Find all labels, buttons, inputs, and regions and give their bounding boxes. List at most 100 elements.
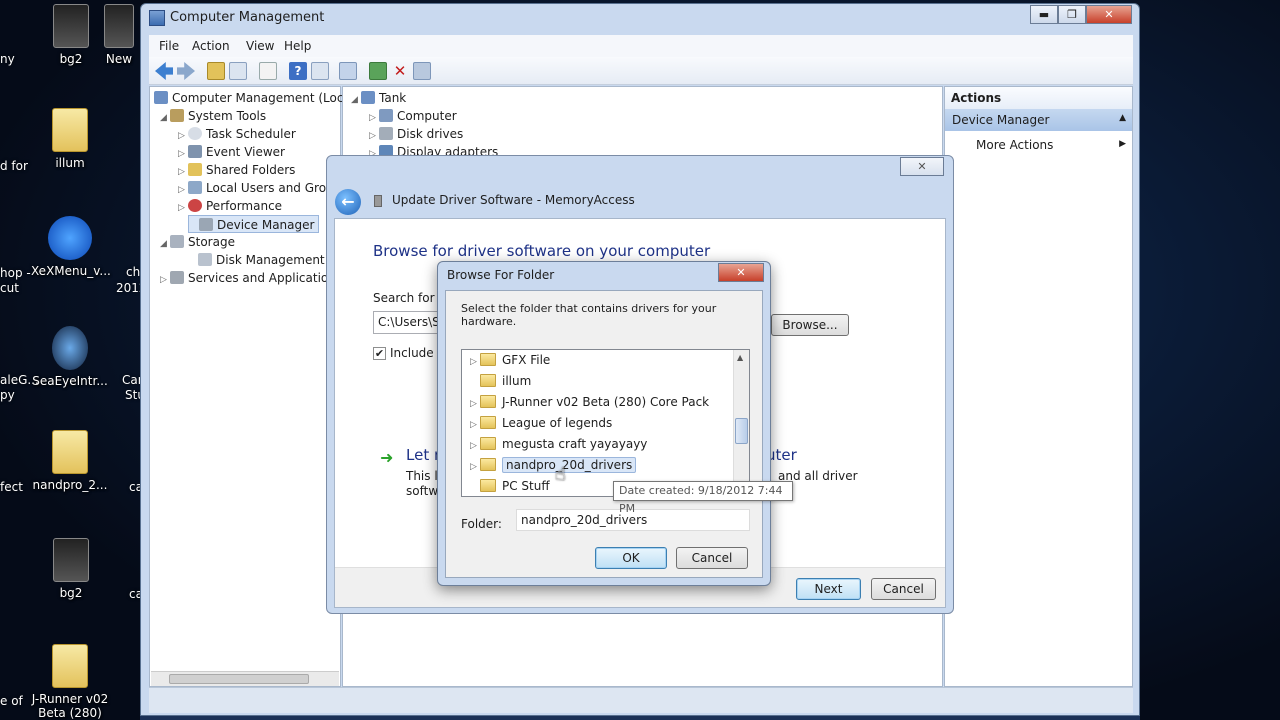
status-bar	[149, 687, 1133, 713]
bff-cancel-button[interactable]: Cancel	[676, 547, 748, 569]
tree-item-event-viewer[interactable]: ▷ Event Viewer	[178, 143, 285, 161]
desktop-icon-nandpro[interactable]: nandpro_2...	[31, 430, 109, 492]
tree-item-device-manager[interactable]: Device Manager	[188, 215, 320, 233]
menu-file[interactable]: File	[159, 39, 179, 53]
folder-item[interactable]: ▷ League of legends	[462, 413, 734, 434]
disk-drive-icon	[379, 127, 393, 140]
desktop-icon-new[interactable]: New	[94, 4, 144, 66]
horizontal-scrollbar[interactable]	[151, 671, 339, 686]
folder-icon	[480, 395, 496, 408]
folder-icon	[480, 479, 496, 492]
folder-item-selected[interactable]: ▷ nandpro_20d_drivers	[462, 455, 734, 476]
show-action-pane-icon[interactable]	[311, 62, 329, 80]
title-bar[interactable]: Computer Management ▬ ❐ ✕	[141, 4, 1139, 32]
show-hide-tree-icon[interactable]	[229, 62, 247, 80]
actions-pane: Actions Device Manager ▲ More Actions ▶	[944, 86, 1133, 687]
properties-icon[interactable]	[259, 62, 277, 80]
computer-icon	[154, 91, 168, 104]
ok-button[interactable]: OK	[595, 547, 667, 569]
up-folder-icon[interactable]	[207, 62, 225, 80]
folder-icon	[480, 458, 496, 471]
folder-icon	[480, 353, 496, 366]
date-created-tooltip: Date created: 9/18/2012 7:44 PM	[613, 481, 793, 515]
users-icon	[188, 181, 202, 194]
desktop-partial-label: cut	[0, 281, 19, 295]
clock-icon	[188, 127, 202, 140]
tools-icon	[170, 109, 184, 122]
desktop-partial-label: ny	[0, 52, 15, 66]
tree-root[interactable]: Computer Management (Local	[154, 89, 354, 107]
monitor-icon	[379, 109, 393, 122]
browse-for-folder-dialog: Browse For Folder ✕ Select the folder th…	[437, 261, 771, 586]
desktop-icon-jrunner[interactable]: J-Runner v02 Beta (280) ...	[31, 644, 109, 720]
tree-item-services[interactable]: ▷ Services and Applications	[160, 269, 342, 287]
folder-icon	[480, 374, 496, 387]
minimize-button[interactable]: ▬	[1030, 5, 1058, 24]
vertical-scrollbar[interactable]: ▲	[733, 350, 749, 496]
dialog-close-button[interactable]: ✕	[900, 157, 944, 176]
folder-item[interactable]: ▷ megusta craft yayayayy	[462, 434, 734, 455]
update-driver-icon[interactable]	[369, 62, 387, 80]
bff-close-button[interactable]: ✕	[718, 263, 764, 282]
folder-item[interactable]: ▷ J-Runner v02 Beta (280) Core Pack	[462, 392, 734, 413]
mouse-cursor-icon: ☝	[555, 464, 566, 485]
tree-item-performance[interactable]: ▷ Performance	[178, 197, 282, 215]
tree-item-local-users[interactable]: ▷ Local Users and Group	[178, 179, 341, 197]
more-actions[interactable]: More Actions ▶	[976, 138, 1126, 152]
folder-label: Folder:	[461, 517, 502, 531]
tree-item-disk-management[interactable]: Disk Management	[188, 251, 325, 269]
back-icon[interactable]: ←	[335, 189, 361, 215]
include-subfolders-checkbox[interactable]: ✔	[373, 347, 386, 360]
desktop-partial-label: fect	[0, 480, 23, 494]
menu-help[interactable]: Help	[284, 39, 311, 53]
performance-icon	[188, 199, 202, 212]
maximize-button[interactable]: ❐	[1058, 5, 1086, 24]
services-icon	[170, 271, 184, 284]
bff-instruction: Select the folder that contains drivers …	[461, 302, 717, 328]
window-title: Computer Management	[170, 10, 325, 25]
desktop-partial-label: e of	[0, 694, 23, 708]
menu-action[interactable]: Action	[192, 39, 230, 53]
folder-tree[interactable]: ▷ GFX File illum ▷ J-Runner v02 Beta (280)…	[461, 349, 750, 497]
forward-icon[interactable]	[177, 62, 195, 80]
browse-button[interactable]: Browse...	[771, 314, 849, 336]
tree-item-shared-folders[interactable]: ▷ Shared Folders	[178, 161, 295, 179]
device-tree-item[interactable]: ▷ Disk drives	[369, 125, 463, 143]
tree-item-storage[interactable]: ◢ Storage	[160, 233, 235, 251]
scroll-thumb[interactable]	[735, 418, 748, 444]
bff-body: Select the folder that contains drivers …	[445, 290, 763, 578]
submenu-arrow-icon: ▶	[1119, 139, 1126, 149]
desktop-partial-label: ch	[126, 265, 141, 279]
device-tree-root[interactable]: ◢ Tank	[351, 89, 406, 107]
next-button[interactable]: Next	[796, 578, 861, 600]
device-tree-item[interactable]: ▷ Computer	[369, 107, 457, 125]
wizard-title: Update Driver Software - MemoryAccess	[392, 193, 635, 207]
device-manager-icon	[199, 218, 213, 231]
wizard-cancel-button[interactable]: Cancel	[871, 578, 936, 600]
computer-management-icon	[149, 10, 165, 26]
folder-item[interactable]: ▷ GFX File	[462, 350, 734, 371]
desktop-partial-label: aleG...	[0, 373, 39, 387]
desktop-icon-seaeye[interactable]: SeaEyeIntr...	[31, 326, 109, 388]
tree-item-system-tools[interactable]: ◢ System Tools	[160, 107, 266, 125]
scan-hardware-icon[interactable]	[339, 62, 357, 80]
actions-device-manager[interactable]: Device Manager ▲	[945, 109, 1132, 131]
desktop-icon-xexmenu[interactable]: XeXMenu_v...	[31, 216, 111, 278]
uninstall-icon[interactable]: ✕	[391, 62, 409, 80]
menu-view[interactable]: View	[246, 39, 274, 53]
enable-device-icon[interactable]	[413, 62, 431, 80]
scroll-up-icon[interactable]: ▲	[737, 353, 743, 362]
console-tree: Computer Management (Local ◢ System Tools…	[149, 86, 354, 687]
desktop-strip	[140, 716, 1140, 720]
desktop-icon-bg2-second[interactable]: bg2	[32, 538, 110, 600]
close-button[interactable]: ✕	[1086, 5, 1132, 24]
desktop-icon-illum[interactable]: illum	[31, 108, 109, 170]
scroll-thumb[interactable]	[169, 674, 309, 684]
help-icon[interactable]: ?	[289, 62, 307, 80]
disk-icon	[198, 253, 212, 266]
folder-item[interactable]: illum	[462, 371, 734, 392]
actions-header: Actions	[945, 87, 1132, 109]
tree-item-task-scheduler[interactable]: ▷ Task Scheduler	[178, 125, 296, 143]
back-icon[interactable]	[155, 62, 173, 80]
bff-title: Browse For Folder	[447, 268, 555, 282]
